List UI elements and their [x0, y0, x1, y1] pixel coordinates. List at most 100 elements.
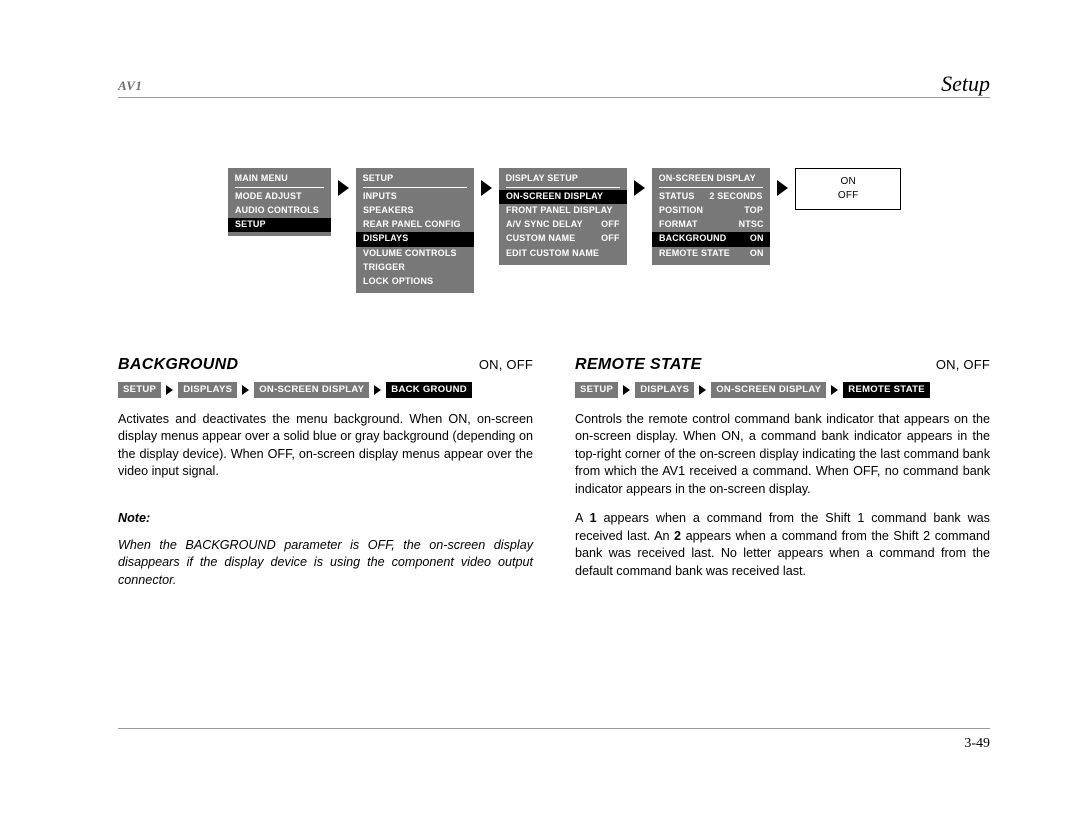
- breadcrumb-arrow-icon: [699, 384, 707, 395]
- menu-item-label: BACKGROUND: [658, 233, 727, 245]
- breadcrumb-item[interactable]: DISPLAYS: [178, 382, 238, 398]
- menu-item-value: OFF: [601, 219, 620, 231]
- menu-item-label: POSITION: [658, 205, 703, 217]
- flow-arrow-icon: [481, 180, 493, 196]
- menu-item[interactable]: TRIGGER: [356, 261, 474, 275]
- breadcrumb-arrow-icon: [623, 384, 631, 395]
- menu-item[interactable]: SPEAKERS: [356, 204, 474, 218]
- breadcrumb-arrow-icon: [242, 384, 250, 395]
- menu-item-label: AUDIO CONTROLS: [235, 205, 319, 217]
- menu-box-title: SETUP: [362, 173, 394, 184]
- menu-item[interactable]: FRONT PANEL DISPLAY: [499, 204, 626, 218]
- menu-item[interactable]: EDIT CUSTOM NAME: [499, 247, 626, 261]
- menu-item-label: SPEAKERS: [363, 205, 415, 217]
- menu-box-title: ON-SCREEN DISPLAY: [658, 173, 756, 184]
- page-number: 3-49: [964, 736, 990, 751]
- menu-item-label: TRIGGER: [363, 261, 406, 273]
- menu-item-selected[interactable]: BACKGROUND ON: [651, 232, 771, 247]
- menu-item-value: 2 SECONDS: [709, 191, 764, 202]
- menu-item[interactable]: MODE ADJUST: [228, 190, 331, 204]
- breadcrumb-arrow-icon: [166, 384, 174, 395]
- flow-arrow-icon: [338, 180, 350, 196]
- menu-item-label: INPUTS: [363, 191, 398, 202]
- flow-arrow-icon: [777, 180, 789, 196]
- menu-item-label: A/V SYNC DELAY: [506, 219, 583, 231]
- shift-2-indicator: 2: [674, 528, 682, 543]
- remote-state-shift-description: A 1 appears when a command from the Shif…: [575, 510, 990, 580]
- background-note-label: Note:: [118, 510, 151, 525]
- menu-box: DISPLAY SETUP ON-SCREEN DISPLAY FRONT PANE…: [499, 168, 627, 265]
- menu-item[interactable]: VOLUME CONTROLS: [356, 247, 474, 261]
- menu-box-divider: [506, 187, 620, 188]
- flow-arrow-icon: [633, 180, 645, 196]
- footer-divider: [118, 728, 990, 729]
- breadcrumb-item[interactable]: SETUP: [575, 382, 619, 398]
- menu-item-value: ON: [749, 247, 764, 259]
- menu-item[interactable]: INPUTS: [356, 190, 474, 204]
- background-values: ON, OFF: [478, 357, 533, 372]
- menu-item-label: MODE ADJUST: [235, 191, 302, 202]
- menu-item-selected[interactable]: DISPLAYS: [356, 232, 475, 247]
- menu-box: MAIN MENU MODE ADJUST AUDIO CONTROLS SETUP: [228, 168, 332, 237]
- menu-item[interactable]: REAR PANEL CONFIG: [356, 218, 474, 232]
- menu-item[interactable]: LOCK OPTIONS: [356, 275, 474, 289]
- menu-box-divider: [363, 187, 468, 188]
- menu-item-label: LOCK OPTIONS: [363, 275, 434, 287]
- background-note-text: When the BACKGROUND parameter is OFF, th…: [118, 537, 533, 587]
- header-divider: [118, 97, 990, 98]
- menu-item-label: FORMAT: [658, 219, 698, 231]
- menu-item-selected[interactable]: ON-SCREEN DISPLAY: [499, 190, 627, 205]
- menu-item-label: CUSTOM NAME: [506, 233, 576, 245]
- menu-item-label: EDIT CUSTOM NAME: [506, 247, 600, 259]
- menu-item-label: STATUS: [658, 191, 695, 202]
- menu-item-label: ON-SCREEN DISPLAY: [506, 191, 604, 202]
- menu-item-value: NTSC: [738, 219, 764, 231]
- header-section-name: Setup: [941, 71, 990, 96]
- menu-box: SETUP INPUTS SPEAKERS REAR PANEL CONFIG DISP…: [356, 168, 475, 294]
- background-section-header: BACKGROUND ON, OFF: [118, 356, 533, 374]
- breadcrumb-item[interactable]: REMOTE STATE: [843, 382, 930, 398]
- breadcrumb-item[interactable]: BACK GROUND: [386, 382, 472, 398]
- menu-box-title: DISPLAY SETUP: [505, 173, 579, 184]
- content-columns: BACKGROUND ON, OFF SETUP DISPLAYS ON-SCREE…: [118, 356, 990, 592]
- menu-item-value: OFF: [601, 233, 620, 245]
- background-section: BACKGROUND ON, OFF SETUP DISPLAYS ON-SCREE…: [118, 356, 533, 592]
- page-header: AV1 Setup: [118, 71, 990, 98]
- menu-item[interactable]: FORMAT NTSC: [652, 218, 771, 232]
- menu-item[interactable]: A/V SYNC DELAY OFF: [499, 218, 626, 232]
- header-product-name: AV1: [118, 78, 143, 93]
- background-breadcrumb: SETUP DISPLAYS ON-SCREEN DISPLAY BACK GROUN…: [118, 382, 533, 398]
- background-title: BACKGROUND: [118, 356, 239, 373]
- breadcrumb-item[interactable]: ON-SCREEN DISPLAY: [711, 382, 827, 398]
- text-run: A: [575, 511, 590, 525]
- menu-item[interactable]: POSITION TOP: [652, 204, 771, 218]
- remote-state-description: Controls the remote control command bank…: [575, 411, 990, 496]
- menu-item-selected[interactable]: SETUP: [228, 218, 332, 233]
- menu-item[interactable]: STATUS 2 SECONDS: [652, 190, 771, 204]
- menu-item[interactable]: AUDIO CONTROLS: [228, 204, 331, 218]
- menu-box-divider: [235, 187, 325, 188]
- breadcrumb-arrow-icon: [374, 384, 382, 395]
- menu-navigation-diagram: MAIN MENU MODE ADJUST AUDIO CONTROLS SETUP S…: [228, 168, 902, 294]
- remote-state-section: REMOTE STATE ON, OFF SETUP DISPLAYS ON-SCR…: [575, 356, 990, 592]
- menu-item[interactable]: REMOTE STATE ON: [652, 247, 771, 261]
- menu-item-label: REAR PANEL CONFIG: [363, 219, 462, 231]
- option-value: OFF: [837, 189, 859, 201]
- menu-box: ON-SCREEN DISPLAY STATUS 2 SECONDS POSITION…: [651, 168, 771, 265]
- menu-item-label: DISPLAYS: [363, 233, 409, 245]
- menu-item-value: ON: [749, 233, 764, 245]
- breadcrumb-item[interactable]: DISPLAYS: [635, 382, 695, 398]
- breadcrumb-item[interactable]: ON-SCREEN DISPLAY: [254, 382, 370, 398]
- menu-item-value: TOP: [744, 205, 764, 217]
- menu-item-label: FRONT PANEL DISPLAY: [506, 205, 613, 217]
- breadcrumb-item[interactable]: SETUP: [118, 382, 162, 398]
- menu-box-title: MAIN MENU: [234, 173, 288, 184]
- menu-item[interactable]: CUSTOM NAME OFF: [499, 232, 626, 246]
- option-value: ON: [840, 176, 856, 187]
- page-footer: 3-49: [118, 728, 990, 752]
- menu-box-divider: [658, 187, 764, 188]
- remote-state-breadcrumb: SETUP DISPLAYS ON-SCREEN DISPLAY REMOTE STA…: [575, 382, 990, 398]
- remote-state-section-header: REMOTE STATE ON, OFF: [575, 356, 990, 374]
- shift-1-indicator: 1: [589, 511, 597, 525]
- remote-state-title: REMOTE STATE: [575, 356, 702, 373]
